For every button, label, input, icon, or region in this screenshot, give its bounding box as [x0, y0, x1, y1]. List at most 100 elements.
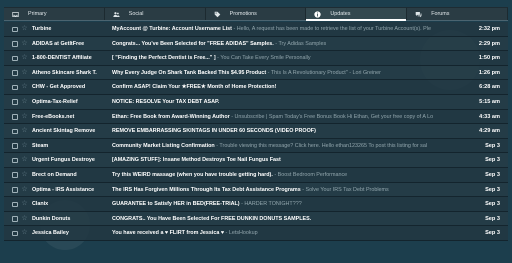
email-row[interactable]: ☆ Turbine MyAccount @ Turbine: Account Use…: [4, 22, 508, 37]
email-subject: MyAccount @ Turbine: Account Username Li…: [112, 26, 232, 32]
select-checkbox[interactable]: [12, 55, 18, 62]
star-icon[interactable]: ☆: [20, 185, 29, 195]
email-time: 6:28 am: [479, 84, 500, 91]
email-sender: Jessica Bailey: [32, 230, 69, 237]
email-snippet: REMOVE EMBARRASSING SKINTAGS IN UNDER 60…: [112, 124, 471, 139]
email-row[interactable]: ☆ Optima - IRS Assistance The IRS Has Forg…: [4, 182, 508, 198]
email-sender: Ancient Skintag Remove: [32, 128, 96, 135]
star-icon[interactable]: ☆: [20, 97, 29, 107]
email-row[interactable]: ☆ Clanix GUARANTEE to Satisfy HER in BED(F…: [4, 197, 508, 212]
tab-primary[interactable]: Primary: [4, 8, 105, 20]
email-time: 4:29 am: [479, 128, 500, 135]
email-preview: - Trouble viewing this message? Click he…: [214, 142, 428, 149]
star-icon[interactable]: ☆: [20, 112, 29, 122]
email-sender: Free-eBooks.net: [32, 113, 75, 120]
email-sender: Dunkin Donuts: [32, 215, 71, 222]
star-icon[interactable]: ☆: [20, 53, 29, 63]
star-icon[interactable]: ☆: [20, 68, 29, 78]
email-subject: Ethan: Free Book from Award-Winning Auth…: [112, 113, 230, 120]
tab-updates[interactable]: Updates: [306, 8, 408, 21]
email-sender: Brect on Demand: [32, 171, 77, 178]
email-snippet: Ethan: Free Book from Award-Winning Auth…: [112, 110, 471, 125]
email-row[interactable]: ☆ Brect on Demand Try this WEIRD massage (…: [4, 167, 508, 183]
email-subject: Why Every Judge On Shark Tank Backed Thi…: [112, 69, 267, 76]
select-checkbox[interactable]: [12, 41, 18, 47]
email-snippet: Confirm ASAP! Claim Your ★FREE★ Month of…: [112, 80, 471, 95]
email-subject: Congrats... You've Been Selected for "FR…: [112, 40, 274, 47]
select-checkbox[interactable]: [12, 172, 18, 178]
email-time: 4:33 am: [479, 113, 500, 120]
select-checkbox[interactable]: [12, 70, 18, 76]
email-snippet: Try this WEIRD massage (when you have tr…: [112, 168, 471, 183]
select-checkbox[interactable]: [12, 99, 18, 105]
email-sender: Clanix: [32, 201, 49, 208]
email-snippet: Community Market Listing Confirmation - …: [112, 139, 471, 154]
email-row[interactable]: ☆ ADIDAS at GetItFree Congrats... You've B…: [4, 36, 508, 52]
star-icon[interactable]: ☆: [20, 82, 29, 92]
tab-social[interactable]: Social: [105, 8, 206, 20]
email-preview: - You Can Take Every Smile Personally: [215, 55, 311, 62]
email-subject: GUARANTEE to Satisfy HER in BED(FREE-TRI…: [112, 201, 240, 208]
email-snippet: Congrats... You've Been Selected for "FR…: [112, 37, 471, 52]
star-icon[interactable]: ☆: [20, 199, 29, 209]
email-time: Sep 3: [485, 171, 500, 178]
star-icon[interactable]: ☆: [20, 24, 29, 34]
tab-label: Updates: [330, 11, 351, 17]
email-subject: NOTICE: RESOLVE Your TAX DEBT ASAP.: [112, 98, 220, 105]
select-checkbox[interactable]: [12, 230, 18, 237]
email-time: 1:50 pm: [478, 55, 500, 62]
email-row[interactable]: ☆ Ancient Skintag Remove REMOVE EMBARRASSI…: [4, 124, 508, 139]
star-icon[interactable]: ☆: [20, 141, 29, 151]
tag-icon: [214, 11, 221, 18]
select-checkbox[interactable]: [12, 201, 18, 208]
select-checkbox[interactable]: [12, 143, 18, 149]
star-icon[interactable]: ☆: [20, 170, 29, 180]
email-sender: Turbine: [32, 26, 52, 32]
email-time: 5:15 am: [479, 98, 500, 105]
email-row[interactable]: ☆ Optima-Tax-Relief NOTICE: RESOLVE Your T…: [4, 94, 508, 110]
email-time: Sep 3: [485, 142, 500, 149]
email-row[interactable]: ☆ CHW - Get Approved Confirm ASAP! Claim Y…: [4, 80, 508, 95]
email-row[interactable]: ☆ Steam Community Market Listing Confirmat…: [4, 138, 508, 154]
category-tabs: Primary Social Promotions Updates Forums: [4, 7, 508, 21]
email-sender: ADIDAS at GetItFree: [32, 40, 85, 47]
email-row[interactable]: ☆ Free-eBooks.net Ethan: Free Book from Aw…: [4, 109, 508, 125]
email-row[interactable]: ☆ Atheno Skincare Shark T. Why Every Judge…: [4, 65, 508, 81]
email-subject: REMOVE EMBARRASSING SKINTAGS IN UNDER 60…: [112, 128, 316, 135]
select-checkbox[interactable]: [12, 187, 18, 193]
email-subject: You have received a ♥ FLIRT from Jessica…: [112, 230, 225, 237]
email-preview: - This Is A Revolutionary Product" - Lor…: [266, 69, 381, 76]
tab-label: Promotions: [229, 11, 257, 17]
tab-label: Forums: [431, 11, 450, 17]
email-snippet: Why Every Judge On Shark Tank Backed Thi…: [112, 66, 471, 81]
email-snippet: The IRS Has Forgiven Millions Through It…: [112, 183, 471, 198]
select-checkbox[interactable]: [12, 128, 18, 135]
star-icon[interactable]: ☆: [20, 214, 29, 224]
select-checkbox[interactable]: [12, 216, 18, 222]
select-checkbox[interactable]: [12, 114, 18, 120]
star-icon[interactable]: ☆: [20, 228, 29, 238]
email-row[interactable]: ☆ Dunkin Donuts CONGRATS.. You Have Been S…: [4, 211, 508, 227]
email-preview: - Solve Your IRS Tax Debt Problems: [300, 186, 389, 193]
email-sender: 1-800-DENTIST Affiliate: [32, 55, 92, 62]
email-snippet: You have received a ♥ FLIRT from Jessica…: [112, 226, 471, 241]
tab-promotions[interactable]: Promotions: [206, 8, 307, 20]
star-icon[interactable]: ☆: [20, 126, 29, 136]
email-subject: [AMAZING STUFF]: Insane Method Destroys …: [112, 157, 281, 164]
email-row[interactable]: ☆ Jessica Bailey You have received a ♥ FLI…: [4, 226, 508, 241]
email-row[interactable]: ☆ Urgent Fungus Destroye [AMAZING STUFF]: …: [4, 153, 508, 168]
email-row[interactable]: ☆ 1-800-DENTIST Affiliate [ "Finding the P…: [4, 51, 508, 66]
email-snippet: GUARANTEE to Satisfy HER in BED(FREE-TRI…: [112, 197, 471, 212]
email-sender: Steam: [32, 142, 49, 149]
email-snippet: NOTICE: RESOLVE Your TAX DEBT ASAP.: [112, 95, 471, 110]
tab-forums[interactable]: Forums: [407, 8, 508, 20]
select-checkbox[interactable]: [12, 84, 18, 91]
select-checkbox[interactable]: [12, 157, 18, 164]
email-preview: - LetsHookup: [224, 230, 258, 237]
star-icon[interactable]: ☆: [20, 155, 29, 165]
email-preview: - HARDER TONIGHT???: [239, 201, 302, 208]
email-sender: Atheno Skincare Shark T.: [32, 69, 97, 76]
select-checkbox[interactable]: [12, 26, 18, 32]
star-icon[interactable]: ☆: [20, 39, 29, 49]
email-subject: CONGRATS.. You Have Been Selected For FR…: [112, 215, 312, 222]
